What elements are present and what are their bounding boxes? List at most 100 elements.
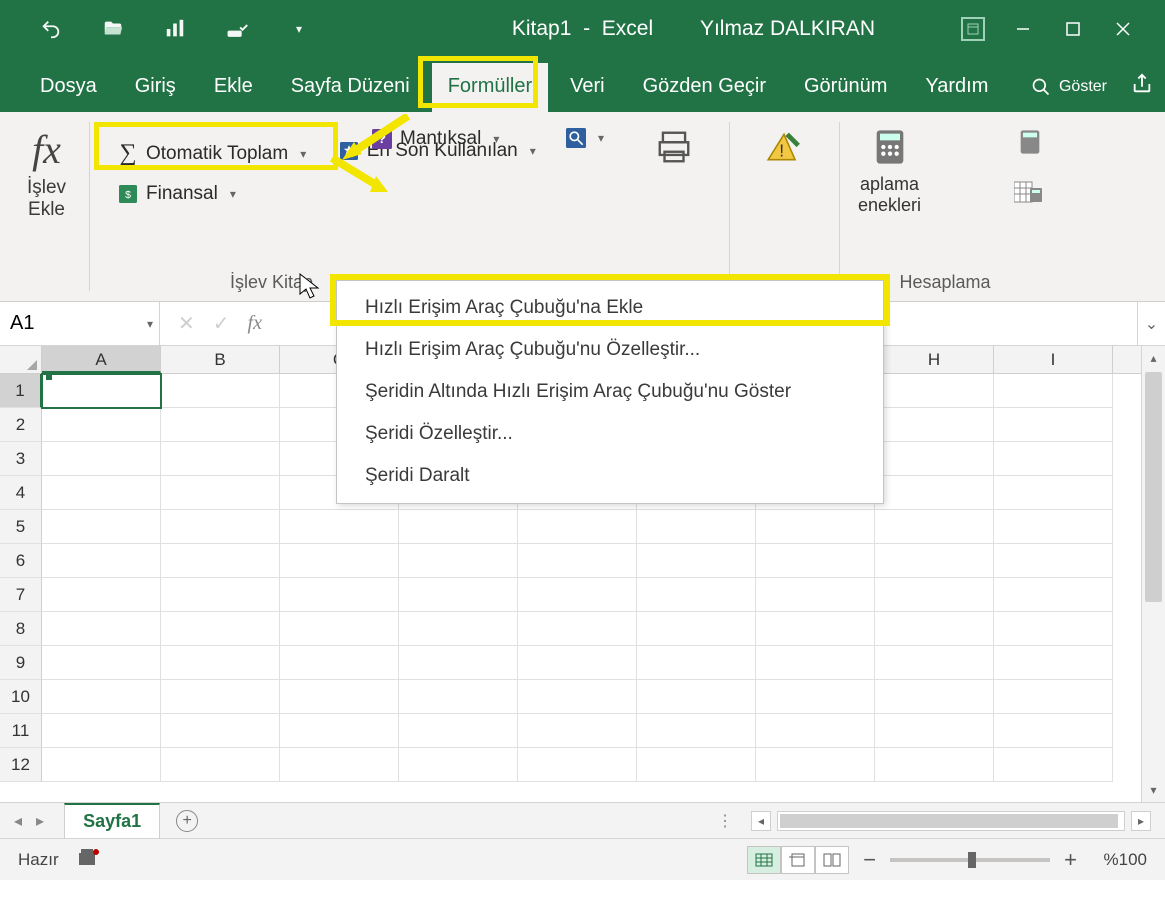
cell[interactable]: [875, 646, 994, 680]
chevron-down-icon[interactable]: ▾: [147, 317, 153, 331]
row-header[interactable]: 9: [0, 646, 42, 680]
cell[interactable]: [875, 612, 994, 646]
cell[interactable]: [994, 476, 1113, 510]
zoom-slider-thumb[interactable]: [968, 852, 976, 868]
cell[interactable]: [280, 646, 399, 680]
cell[interactable]: [161, 510, 280, 544]
cell[interactable]: [994, 748, 1113, 782]
name-box-input[interactable]: [10, 312, 120, 335]
cell[interactable]: [756, 714, 875, 748]
tell-me-search[interactable]: Göster: [1031, 77, 1107, 97]
row-header[interactable]: 6: [0, 544, 42, 578]
cell[interactable]: [399, 578, 518, 612]
expand-formula-bar[interactable]: ⌄: [1137, 302, 1165, 345]
cell[interactable]: [42, 714, 161, 748]
cell[interactable]: [42, 544, 161, 578]
cell[interactable]: [42, 374, 161, 408]
cell[interactable]: [637, 544, 756, 578]
cell[interactable]: [399, 544, 518, 578]
vertical-scrollbar[interactable]: ▴ ▾: [1141, 346, 1165, 802]
cell[interactable]: [994, 408, 1113, 442]
cell[interactable]: [161, 680, 280, 714]
cell[interactable]: [994, 442, 1113, 476]
cell[interactable]: [756, 748, 875, 782]
maximize-button[interactable]: [1061, 17, 1085, 41]
zoom-level[interactable]: %100: [1091, 850, 1147, 870]
cell[interactable]: [42, 442, 161, 476]
cell[interactable]: [518, 748, 637, 782]
cm-collapse-ribbon[interactable]: Şeridi Daralt: [337, 455, 883, 497]
tab-insert[interactable]: Ekle: [198, 63, 269, 112]
row-header[interactable]: 12: [0, 748, 42, 782]
cell[interactable]: [161, 442, 280, 476]
error-checking-button[interactable]: !: [738, 126, 829, 168]
cell[interactable]: [280, 612, 399, 646]
row-header[interactable]: 2: [0, 408, 42, 442]
tab-formulas[interactable]: Formüller: [432, 63, 548, 112]
cell[interactable]: [42, 612, 161, 646]
lookup-button[interactable]: ▾: [558, 124, 612, 152]
cell[interactable]: [637, 714, 756, 748]
cell[interactable]: [875, 578, 994, 612]
cell[interactable]: [994, 374, 1113, 408]
cell[interactable]: [756, 578, 875, 612]
tab-data[interactable]: Veri: [554, 63, 620, 112]
logical-button[interactable]: ? Mantıksal ▾: [364, 124, 507, 154]
cell[interactable]: [399, 510, 518, 544]
cell[interactable]: [42, 680, 161, 714]
cell[interactable]: [875, 510, 994, 544]
view-page-break[interactable]: [815, 846, 849, 874]
name-manager-button[interactable]: [628, 126, 719, 168]
calc-options-button[interactable]: aplama enekleri: [858, 126, 921, 216]
cell[interactable]: [161, 374, 280, 408]
row-header[interactable]: 5: [0, 510, 42, 544]
cell[interactable]: [280, 680, 399, 714]
col-header-H[interactable]: H: [875, 346, 994, 373]
calc-now-button[interactable]: [1016, 128, 1044, 161]
sheet-tab-active[interactable]: Sayfa1: [64, 803, 160, 838]
row-header[interactable]: 7: [0, 578, 42, 612]
tab-file[interactable]: Dosya: [24, 63, 113, 112]
scroll-thumb[interactable]: [1145, 372, 1162, 602]
user-name[interactable]: Yılmaz DALKIRAN: [700, 17, 875, 41]
cell[interactable]: [756, 646, 875, 680]
sheet-nav-next[interactable]: ▸: [36, 811, 44, 831]
col-header-B[interactable]: B: [161, 346, 280, 373]
cell[interactable]: [756, 510, 875, 544]
macro-record-icon[interactable]: [77, 847, 101, 872]
insert-function-button[interactable]: fx İşlev Ekle: [14, 126, 79, 221]
cell[interactable]: [399, 714, 518, 748]
row-header[interactable]: 8: [0, 612, 42, 646]
hscroll-thumb[interactable]: [780, 814, 1118, 828]
cell[interactable]: [399, 680, 518, 714]
cell[interactable]: [875, 748, 994, 782]
open-icon[interactable]: [102, 18, 124, 40]
cm-show-qat-below[interactable]: Şeridin Altında Hızlı Erişim Araç Çubuğu…: [337, 371, 883, 413]
cancel-icon[interactable]: ✕: [178, 311, 195, 336]
cell[interactable]: [637, 680, 756, 714]
view-normal[interactable]: [747, 846, 781, 874]
cell[interactable]: [161, 748, 280, 782]
cell[interactable]: [399, 646, 518, 680]
share-icon[interactable]: [1131, 73, 1153, 100]
cell[interactable]: [994, 646, 1113, 680]
cell[interactable]: [875, 374, 994, 408]
tab-scroll-splitter[interactable]: ⋮: [717, 811, 735, 831]
spellcheck-icon[interactable]: [226, 18, 248, 40]
cm-customize-qat[interactable]: Hızlı Erişim Araç Çubuğu'nu Özelleştir..…: [337, 329, 883, 371]
cell[interactable]: [161, 714, 280, 748]
autosum-button[interactable]: ∑ Otomatik Toplam ▾: [110, 139, 314, 169]
financial-button[interactable]: $ Finansal ▾: [110, 179, 244, 209]
view-page-layout[interactable]: [781, 846, 815, 874]
tab-help[interactable]: Yardım: [909, 63, 1004, 112]
cell[interactable]: [518, 578, 637, 612]
cell[interactable]: [994, 544, 1113, 578]
cell[interactable]: [518, 544, 637, 578]
row-header[interactable]: 10: [0, 680, 42, 714]
tab-pagelayout[interactable]: Sayfa Düzeni: [275, 63, 426, 112]
cell[interactable]: [280, 714, 399, 748]
col-header-I[interactable]: I: [994, 346, 1113, 373]
col-header-A[interactable]: A: [42, 346, 161, 373]
cell[interactable]: [518, 646, 637, 680]
cell[interactable]: [994, 510, 1113, 544]
